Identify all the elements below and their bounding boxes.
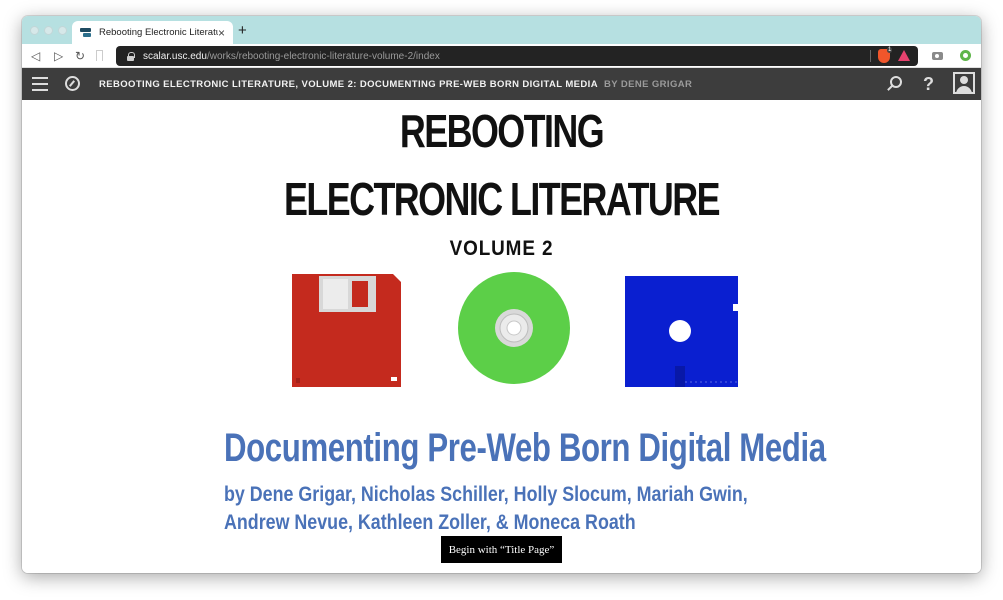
byline-line-2: Andrew Nevue, Kathleen Zoller, & Moneca … (224, 511, 636, 534)
user-avatar-icon[interactable] (953, 72, 975, 94)
book-subtitle: Documenting Pre-Web Born Digital Media (224, 426, 826, 470)
green-cd-icon (458, 272, 570, 384)
red-floppy-disk-icon (292, 274, 401, 387)
tab-title: Rebooting Electronic Literature (99, 27, 218, 38)
byline-line-1: by Dene Grigar, Nicholas Schiller, Holly… (224, 483, 748, 506)
tab-close-icon[interactable]: × (218, 27, 225, 39)
begin-title-page-button[interactable]: Begin with “Title Page” (441, 536, 562, 563)
book-title-link[interactable]: REBOOTING ELECTRONIC LITERATURE, VOLUME … (99, 68, 692, 100)
compass-icon[interactable] (65, 76, 80, 91)
camera-icon[interactable] (932, 52, 943, 60)
browser-toolbar: ◁ ▷ ↻ scalar.usc.edu /works/rebooting-el… (22, 44, 981, 68)
scalar-favicon-icon (80, 27, 91, 38)
help-icon[interactable]: ? (923, 73, 934, 95)
cover-title-line-1: REBOOTING (399, 105, 605, 157)
extension-icon[interactable] (960, 50, 971, 61)
lock-icon[interactable] (126, 51, 135, 61)
book-author: BY DENE GRIGAR (603, 78, 693, 90)
address-bar-divider (870, 50, 871, 62)
scalar-header: REBOOTING ELECTRONIC LITERATURE, VOLUME … (22, 68, 981, 100)
menu-icon[interactable] (32, 77, 48, 91)
url-path: /works/rebooting-electronic-literature-v… (206, 50, 440, 62)
bookmark-icon[interactable] (96, 50, 103, 61)
new-tab-button[interactable]: + (238, 22, 247, 40)
search-icon[interactable] (890, 76, 902, 88)
minimize-window-icon[interactable] (44, 26, 53, 35)
cover-volume-label: VOLUME 2 (449, 237, 554, 260)
address-bar[interactable]: scalar.usc.edu /works/rebooting-electron… (116, 46, 918, 66)
book-title: REBOOTING ELECTRONIC LITERATURE, VOLUME … (99, 78, 598, 90)
maximize-window-icon[interactable] (58, 26, 67, 35)
page-content: REBOOTING ELECTRONIC LITERATURE VOLUME 2 (22, 100, 981, 573)
browser-window: Rebooting Electronic Literature × + ◁ ▷ … (22, 16, 981, 573)
tab-strip: Rebooting Electronic Literature × + (22, 16, 981, 44)
blue-floppy-disk-icon (625, 276, 738, 387)
close-window-icon[interactable] (30, 26, 39, 35)
reload-button[interactable]: ↻ (75, 48, 85, 64)
cover-title-line-2: ELECTRONIC LITERATURE (284, 173, 721, 225)
browser-tab-active[interactable]: Rebooting Electronic Literature × (72, 21, 233, 44)
forward-button[interactable]: ▷ (54, 48, 63, 64)
shields-count-badge: 1 (887, 47, 893, 53)
back-button[interactable]: ◁ (31, 48, 40, 64)
url-domain: scalar.usc.edu (143, 50, 207, 62)
brave-rewards-icon[interactable] (898, 50, 910, 61)
